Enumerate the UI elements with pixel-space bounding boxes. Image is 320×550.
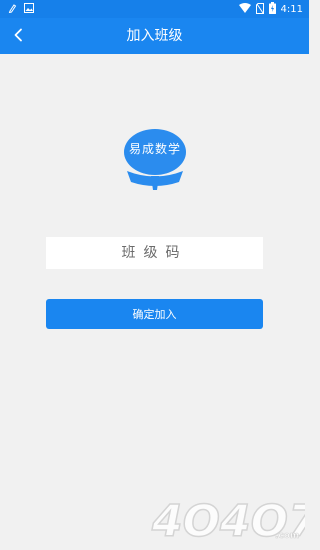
app-bar: 加入班级 <box>0 18 309 54</box>
no-sim-icon <box>255 2 264 17</box>
app-logo: 易成数学 <box>121 128 189 196</box>
battery-charging-icon <box>268 2 276 17</box>
status-time: 4:11 <box>280 3 303 15</box>
status-bar: 4:11 <box>0 0 309 18</box>
class-code-input[interactable] <box>46 237 263 269</box>
logo-text: 易成数学 <box>128 142 181 156</box>
watermark-suffix: .com <box>275 531 299 541</box>
join-class-screen: 4:11 加入班级 易成数学 确定加入 4O4O7 .com <box>0 0 309 550</box>
image-icon <box>24 3 34 16</box>
back-button[interactable] <box>4 22 32 50</box>
status-right-icons: 4:11 <box>238 2 303 17</box>
confirm-join-button[interactable]: 确定加入 <box>46 299 263 329</box>
wifi-icon <box>238 3 251 16</box>
edit-icon <box>8 3 17 16</box>
status-left-icons <box>8 3 34 16</box>
watermark: 4O4O7 .com <box>150 490 309 548</box>
page-title: 加入班级 <box>126 28 183 44</box>
chevron-left-icon <box>13 27 23 46</box>
